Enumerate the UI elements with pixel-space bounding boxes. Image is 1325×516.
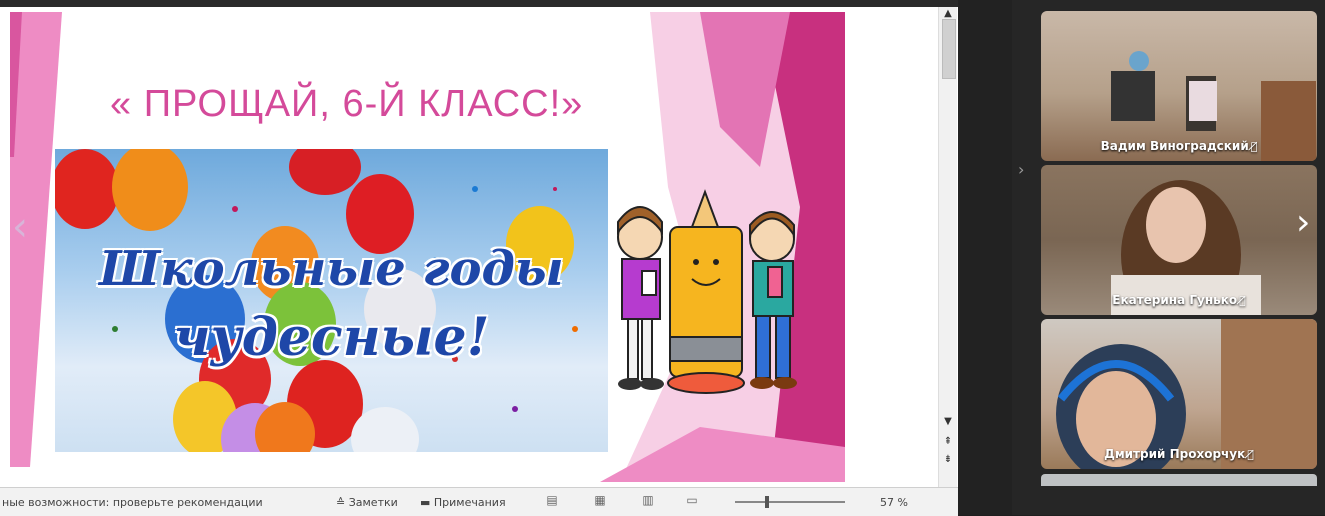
- comments-label: Примечания: [433, 496, 506, 509]
- collapse-panel-icon[interactable]: ›: [1018, 160, 1024, 179]
- reading-view-icon[interactable]: ▥: [636, 493, 660, 509]
- participant-name-3: Дмитрий Прохорчук 🎙̸: [1041, 447, 1317, 461]
- participant-tile-4-partial[interactable]: [1041, 474, 1317, 486]
- zoom-slider[interactable]: [735, 496, 845, 508]
- status-bar: ные возможности: проверьте рекомендации …: [0, 487, 958, 516]
- participant-tile-3[interactable]: Дмитрий Прохорчук 🎙̸: [1041, 319, 1317, 469]
- participant-name-3-text: Дмитрий Прохорчук: [1104, 447, 1246, 461]
- scroll-down-icon[interactable]: ▼: [939, 415, 957, 429]
- slide-cursive-line-1: Школьные годы: [99, 241, 564, 297]
- notes-label: Заметки: [348, 496, 398, 509]
- participant-name-2-text: Екатерина Гунько: [1112, 293, 1238, 307]
- scroll-thumb[interactable]: [942, 19, 956, 79]
- comments-button[interactable]: ▬ Примечания: [420, 496, 506, 509]
- normal-view-icon[interactable]: ▤: [540, 493, 564, 509]
- next-slide-icon[interactable]: ⇟: [939, 453, 957, 467]
- prev-slide-icon[interactable]: ⇞: [939, 435, 957, 449]
- balloons-picture: Школьные годы чудесные!: [55, 149, 608, 452]
- slide-title: « ПРОЩАЙ, 6-Й КЛАСС!»: [110, 83, 584, 125]
- participant-name-2: Екатерина Гунько 🎙̸: [1041, 293, 1317, 307]
- mic-muted-icon: 🎙̸: [1250, 140, 1258, 153]
- slide-sorter-icon[interactable]: ▦: [588, 493, 612, 509]
- notes-button[interactable]: ≙ Заметки: [336, 496, 398, 509]
- participant-tile-2[interactable]: Екатерина Гунько 🎙̸: [1041, 165, 1317, 315]
- prev-slide-chevron-left-icon[interactable]: ‹: [12, 207, 28, 247]
- participant-tile-1[interactable]: Вадим Виноградский 🎙̸: [1041, 11, 1317, 161]
- vertical-scrollbar[interactable]: ▲ ▼ ⇞ ⇟: [938, 7, 957, 487]
- accessibility-status[interactable]: ные возможности: проверьте рекомендации: [2, 496, 263, 509]
- participant-name-1: Вадим Виноградский 🎙̸: [1041, 139, 1317, 153]
- zoom-level[interactable]: 57 %: [880, 496, 908, 509]
- mic-muted-icon: 🎙̸: [1247, 448, 1254, 461]
- balloons-illustration: [55, 149, 578, 452]
- participant-name-1-text: Вадим Виноградский: [1100, 139, 1249, 153]
- mic-muted-icon: 🎙̸: [1239, 294, 1246, 307]
- meeting-window: ‹ « ПРОЩАЙ, 6-Й КЛАСС!» Школьные годы чу…: [0, 0, 1325, 516]
- kids-with-pencil-clipart: [617, 189, 797, 394]
- panel-divider: [958, 0, 1012, 515]
- slideshow-icon[interactable]: ▭: [680, 493, 704, 509]
- shared-presentation: ‹ « ПРОЩАЙ, 6-Й КЛАСС!» Школьные годы чу…: [0, 7, 958, 487]
- slide-cursive-line-2: чудесные!: [173, 307, 490, 368]
- zoom-slider-thumb[interactable]: [765, 496, 769, 508]
- next-page-chevron-right-icon[interactable]: ›: [1296, 205, 1310, 241]
